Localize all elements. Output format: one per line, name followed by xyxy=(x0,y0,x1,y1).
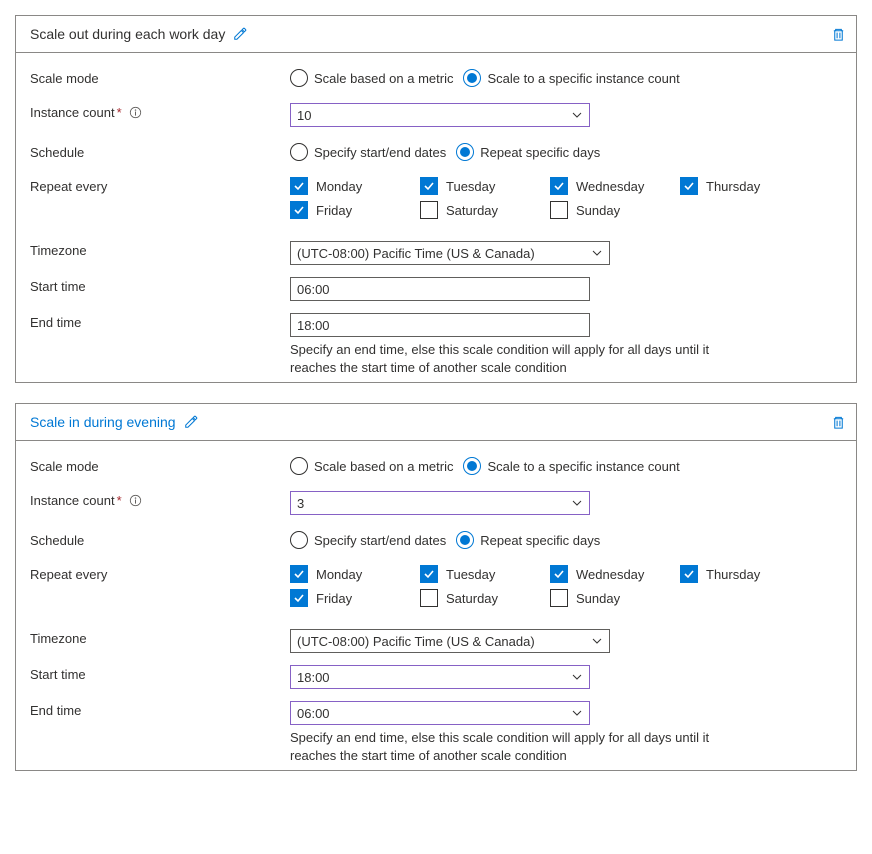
delete-icon[interactable] xyxy=(831,27,846,42)
start-time-value: 18:00 xyxy=(297,669,571,685)
schedule-dates-radio[interactable]: Specify start/end dates xyxy=(290,531,446,549)
start-time-label: Start time xyxy=(30,275,290,294)
schedule-label: Schedule xyxy=(30,529,290,548)
scale-mode-label: Scale mode xyxy=(30,67,290,86)
edit-icon[interactable] xyxy=(184,415,198,429)
radio-label: Scale based on a metric xyxy=(314,459,453,474)
instance-count-label: Instance count* xyxy=(30,489,290,508)
instance-count-field[interactable]: 10 xyxy=(290,103,590,127)
radio-label: Specify start/end dates xyxy=(314,145,446,160)
start-time-field[interactable]: 06:00 xyxy=(290,277,590,301)
radio-label: Specify start/end dates xyxy=(314,533,446,548)
day-sunday[interactable]: Sunday xyxy=(550,201,680,219)
schedule-label: Schedule xyxy=(30,141,290,160)
scale-mode-count-radio[interactable]: Scale to a specific instance count xyxy=(463,69,679,87)
timezone-select[interactable]: (UTC-08:00) Pacific Time (US & Canada) xyxy=(290,241,610,265)
day-thursday[interactable]: Thursday xyxy=(680,177,810,195)
end-time-label: End time xyxy=(30,311,290,330)
panel-header: Scale in during evening xyxy=(16,404,856,441)
day-wednesday[interactable]: Wednesday xyxy=(550,177,680,195)
end-time-label: End time xyxy=(30,699,290,718)
scale-mode-count-radio[interactable]: Scale to a specific instance count xyxy=(463,457,679,475)
end-time-field[interactable]: 06:00 xyxy=(290,701,590,725)
radio-label: Repeat specific days xyxy=(480,533,600,548)
scale-condition-panel: Scale in during evening Scale mode Scale… xyxy=(15,403,857,771)
scale-mode-metric-radio[interactable]: Scale based on a metric xyxy=(290,457,453,475)
day-thursday[interactable]: Thursday xyxy=(680,565,810,583)
scale-condition-panel: Scale out during each work day Scale mod… xyxy=(15,15,857,383)
panel-title: Scale out during each work day xyxy=(30,26,225,42)
panel-title: Scale in during evening xyxy=(30,414,176,430)
day-monday[interactable]: Monday xyxy=(290,565,420,583)
schedule-repeat-radio[interactable]: Repeat specific days xyxy=(456,143,600,161)
edit-icon[interactable] xyxy=(233,27,247,41)
day-friday[interactable]: Friday xyxy=(290,589,420,607)
radio-label: Repeat specific days xyxy=(480,145,600,160)
start-time-label: Start time xyxy=(30,663,290,682)
instance-count-field[interactable]: 3 xyxy=(290,491,590,515)
delete-icon[interactable] xyxy=(831,415,846,430)
day-friday[interactable]: Friday xyxy=(290,201,420,219)
end-time-value: 18:00 xyxy=(297,317,583,333)
end-time-helper: Specify an end time, else this scale con… xyxy=(290,729,740,764)
panel-body: Scale mode Scale based on a metric Scale… xyxy=(16,441,856,770)
instance-count-label: Instance count* xyxy=(30,101,290,120)
timezone-value: (UTC-08:00) Pacific Time (US & Canada) xyxy=(297,245,591,261)
info-icon[interactable] xyxy=(129,106,142,119)
info-icon[interactable] xyxy=(129,494,142,507)
day-tuesday[interactable]: Tuesday xyxy=(420,565,550,583)
timezone-label: Timezone xyxy=(30,627,290,646)
end-time-value: 06:00 xyxy=(297,705,571,721)
radio-label: Scale to a specific instance count xyxy=(487,459,679,474)
end-time-helper: Specify an end time, else this scale con… xyxy=(290,341,740,376)
start-time-value: 06:00 xyxy=(297,281,583,297)
timezone-select[interactable]: (UTC-08:00) Pacific Time (US & Canada) xyxy=(290,629,610,653)
panel-body: Scale mode Scale based on a metric Scale… xyxy=(16,53,856,382)
day-sunday[interactable]: Sunday xyxy=(550,589,680,607)
instance-count-value: 3 xyxy=(297,495,571,511)
scale-mode-label: Scale mode xyxy=(30,455,290,474)
chevron-down-icon xyxy=(591,635,603,647)
timezone-value: (UTC-08:00) Pacific Time (US & Canada) xyxy=(297,633,591,649)
chevron-down-icon xyxy=(591,247,603,259)
schedule-dates-radio[interactable]: Specify start/end dates xyxy=(290,143,446,161)
day-saturday[interactable]: Saturday xyxy=(420,201,550,219)
instance-count-value: 10 xyxy=(297,107,571,123)
radio-label: Scale to a specific instance count xyxy=(487,71,679,86)
timezone-label: Timezone xyxy=(30,239,290,258)
end-time-field[interactable]: 18:00 xyxy=(290,313,590,337)
day-saturday[interactable]: Saturday xyxy=(420,589,550,607)
scale-mode-metric-radio[interactable]: Scale based on a metric xyxy=(290,69,453,87)
radio-label: Scale based on a metric xyxy=(314,71,453,86)
chevron-down-icon xyxy=(571,109,583,121)
day-monday[interactable]: Monday xyxy=(290,177,420,195)
chevron-down-icon xyxy=(571,497,583,509)
repeat-every-label: Repeat every xyxy=(30,175,290,194)
chevron-down-icon xyxy=(571,707,583,719)
schedule-repeat-radio[interactable]: Repeat specific days xyxy=(456,531,600,549)
day-wednesday[interactable]: Wednesday xyxy=(550,565,680,583)
panel-header: Scale out during each work day xyxy=(16,16,856,53)
day-tuesday[interactable]: Tuesday xyxy=(420,177,550,195)
start-time-field[interactable]: 18:00 xyxy=(290,665,590,689)
repeat-every-label: Repeat every xyxy=(30,563,290,582)
chevron-down-icon xyxy=(571,671,583,683)
